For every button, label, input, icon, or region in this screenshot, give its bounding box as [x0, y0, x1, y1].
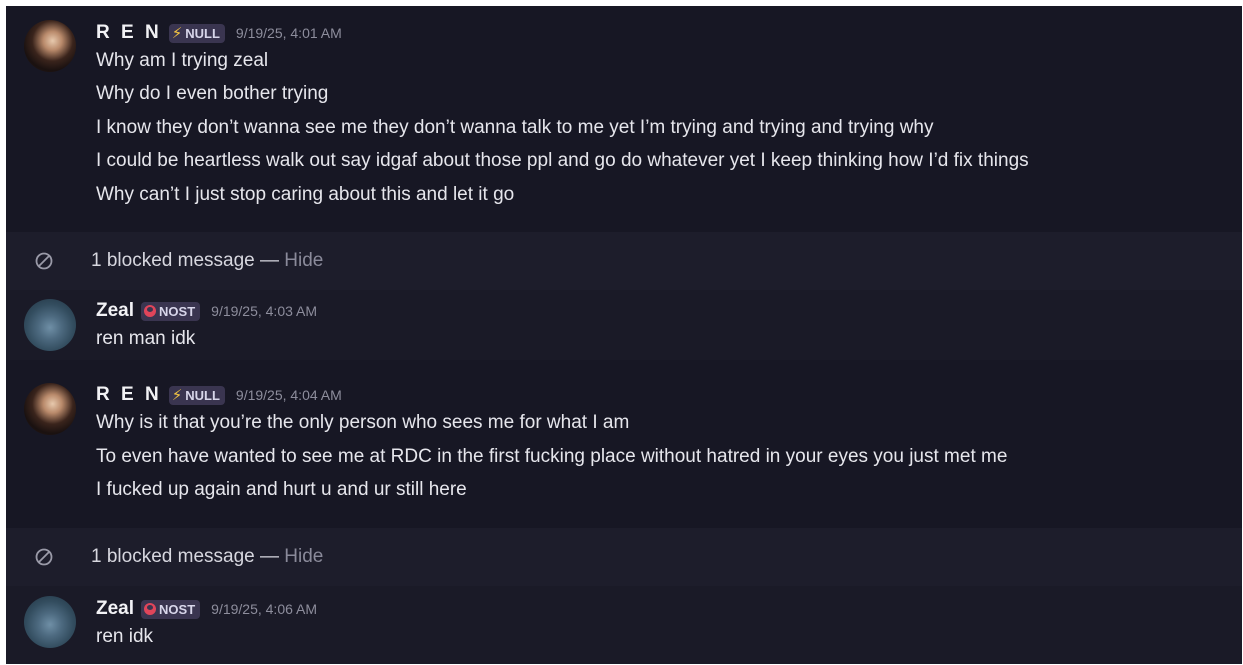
guild-tag[interactable]: NOST: [141, 599, 201, 619]
timestamp[interactable]: 9/19/25, 4:04 AM: [236, 387, 342, 403]
message-group: Zeal NOST 9/19/25, 4:03 AM ren man idk: [6, 290, 1242, 360]
guild-tag-label: NULL: [185, 25, 220, 41]
timestamp[interactable]: 9/19/25, 4:01 AM: [236, 25, 342, 41]
message-text: ren idk: [96, 626, 154, 647]
avatar[interactable]: [24, 596, 76, 648]
message-text: I fucked up again and hurt u and ur stil…: [96, 479, 467, 500]
timestamp[interactable]: 9/19/25, 4:03 AM: [211, 303, 317, 319]
message-header: R E N ⚡ NULL 9/19/25, 4:01 AM: [96, 22, 342, 44]
message-text: To even have wanted to see me at RDC in …: [96, 446, 1008, 467]
message-text: I could be heartless walk out say idgaf …: [96, 150, 1029, 171]
message-text: Why can’t I just stop caring about this …: [96, 184, 515, 205]
red-circle-icon: [144, 305, 157, 317]
message-header: R E N ⚡ NULL 9/19/25, 4:04 AM: [96, 384, 342, 406]
blocked-message-label: 1 blocked message —: [91, 546, 279, 567]
guild-tag[interactable]: ⚡ NULL: [168, 23, 225, 43]
lightning-bolt-icon: ⚡: [171, 24, 183, 42]
blocked-icon: [35, 548, 53, 566]
message-text: I know they don’t wanna see me they don’…: [96, 117, 934, 138]
message-text: Why is it that you’re the only person wh…: [96, 412, 630, 433]
blocked-message-label: 1 blocked message —: [91, 250, 279, 271]
guild-tag-label: NOST: [159, 601, 196, 617]
username[interactable]: Zeal: [96, 598, 134, 620]
guild-tag-label: NOST: [159, 303, 196, 319]
guild-tag[interactable]: ⚡ NULL: [168, 385, 225, 405]
hide-blocked-button[interactable]: Hide: [284, 250, 323, 271]
chat-message-list: R E N ⚡ NULL 9/19/25, 4:01 AM Why am I t…: [6, 6, 1242, 664]
message-text: Why am I trying zeal: [96, 50, 269, 71]
lightning-bolt-icon: ⚡: [171, 386, 183, 404]
avatar[interactable]: [24, 299, 76, 351]
blocked-message-bar: 1 blocked message — Hide: [6, 232, 1242, 290]
username[interactable]: R E N: [96, 22, 162, 44]
avatar[interactable]: [24, 383, 76, 435]
message-text: ren man idk: [96, 328, 196, 349]
hide-blocked-button[interactable]: Hide: [284, 546, 323, 567]
blocked-icon: [35, 252, 53, 270]
timestamp[interactable]: 9/19/25, 4:06 AM: [211, 601, 317, 617]
message-group: R E N ⚡ NULL 9/19/25, 4:04 AM Why is it …: [6, 360, 1242, 528]
blocked-message-text: 1 blocked message — Hide: [91, 546, 323, 568]
message-group: Zeal NOST 9/19/25, 4:06 AM ren idk: [6, 586, 1242, 664]
blocked-message-text: 1 blocked message — Hide: [91, 250, 323, 272]
username[interactable]: R E N: [96, 384, 162, 406]
red-circle-icon: [144, 603, 157, 615]
message-text: Why do I even bother trying: [96, 83, 329, 104]
blocked-message-bar: 1 blocked message — Hide: [6, 528, 1242, 586]
message-header: Zeal NOST 9/19/25, 4:03 AM: [96, 300, 317, 322]
avatar[interactable]: [24, 20, 76, 72]
message-group: R E N ⚡ NULL 9/19/25, 4:01 AM Why am I t…: [6, 6, 1242, 232]
guild-tag-label: NULL: [185, 387, 220, 403]
guild-tag[interactable]: NOST: [141, 301, 201, 321]
message-header: Zeal NOST 9/19/25, 4:06 AM: [96, 598, 317, 620]
username[interactable]: Zeal: [96, 300, 134, 322]
